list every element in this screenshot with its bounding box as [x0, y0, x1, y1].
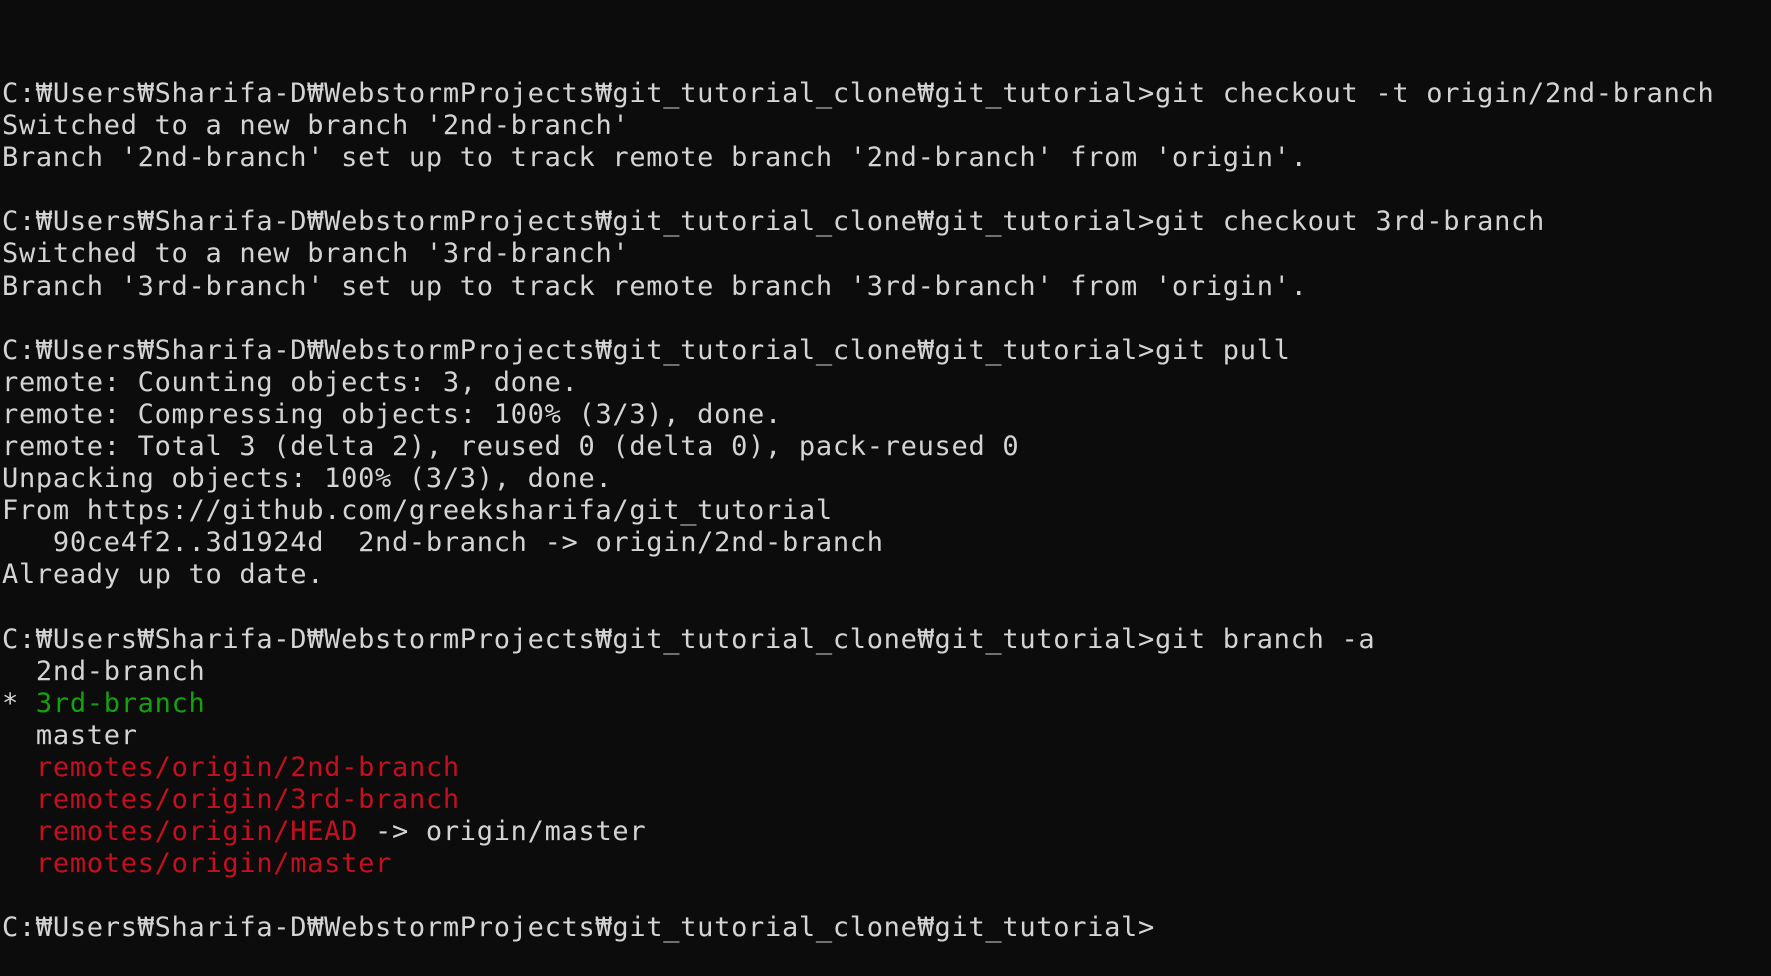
terminal-line-output: 90ce4f2..3d1924d 2nd-branch -> origin/2n… [2, 527, 1771, 559]
terminal-text-segment: C:₩Users₩Sharifa-D₩WebstormProjects₩git_… [2, 623, 1376, 655]
text-cursor[interactable] [1155, 915, 1171, 942]
terminal-line-branch: remotes/origin/master [2, 848, 1771, 880]
terminal-line-output: remote: Counting objects: 3, done. [2, 367, 1771, 399]
terminal-text-segment: C:₩Users₩Sharifa-D₩WebstormProjects₩git_… [2, 334, 1291, 366]
terminal-window[interactable]: C:₩Users₩Sharifa-D₩WebstormProjects₩git_… [0, 0, 1771, 943]
terminal-line-output: Already up to date. [2, 559, 1771, 591]
terminal-line-command: C:₩Users₩Sharifa-D₩WebstormProjects₩git_… [2, 78, 1771, 110]
terminal-line-branch: remotes/origin/2nd-branch [2, 752, 1771, 784]
terminal-text-segment: remotes/origin/3rd-branch [35, 784, 460, 816]
terminal-text-segment: remote: Counting objects: 3, done. [2, 366, 579, 398]
terminal-line-output: Switched to a new branch '3rd-branch' [2, 238, 1771, 270]
terminal-text-segment: * [2, 687, 36, 719]
terminal-text-segment: 90ce4f2..3d1924d 2nd-branch -> origin/2n… [2, 527, 884, 559]
terminal-line-command: C:₩Users₩Sharifa-D₩WebstormProjects₩git_… [2, 335, 1771, 367]
terminal-text-segment: C:₩Users₩Sharifa-D₩WebstormProjects₩git_… [2, 206, 1545, 238]
terminal-line-branch: remotes/origin/HEAD -> origin/master [2, 816, 1771, 848]
terminal-line-output: Switched to a new branch '2nd-branch' [2, 110, 1771, 142]
terminal-line-output: Branch '3rd-branch' set up to track remo… [2, 271, 1771, 303]
terminal-text-segment: remotes/origin/master [35, 848, 392, 880]
terminal-text-segment: Branch '2nd-branch' set up to track remo… [2, 142, 1308, 174]
terminal-line-branch: remotes/origin/3rd-branch [2, 784, 1771, 816]
terminal-text-segment: remotes/origin/2nd-branch [35, 751, 460, 783]
terminal-text-segment: From https://github.com/greeksharifa/git… [2, 495, 833, 527]
terminal-text-segment: Switched to a new branch '2nd-branch' [2, 110, 630, 142]
terminal-line-output: Branch '2nd-branch' set up to track remo… [2, 142, 1771, 174]
terminal-text-segment: 3rd-branch [35, 687, 206, 719]
terminal-line-output: From https://github.com/greeksharifa/git… [2, 495, 1771, 527]
terminal-text-segment: Switched to a new branch '3rd-branch' [2, 238, 630, 270]
terminal-line-branch: * 3rd-branch [2, 688, 1771, 720]
terminal-text-segment: -> origin/master [358, 816, 647, 848]
terminal-text-segment: C:₩Users₩Sharifa-D₩WebstormProjects₩git_… [2, 912, 1155, 944]
terminal-text-segment: remotes/origin/HEAD [35, 816, 359, 848]
terminal-line-output: remote: Total 3 (delta 2), reused 0 (del… [2, 431, 1771, 463]
terminal-text-segment: remote: Total 3 (delta 2), reused 0 (del… [2, 431, 1020, 463]
terminal-text-segment: Branch '3rd-branch' set up to track remo… [2, 270, 1308, 302]
terminal-text-segment: remote: Compressing objects: 100% (3/3),… [2, 398, 782, 430]
terminal-line-output: Unpacking objects: 100% (3/3), done. [2, 463, 1771, 495]
terminal-line-output: remote: Compressing objects: 100% (3/3),… [2, 399, 1771, 431]
terminal-line-command: C:₩Users₩Sharifa-D₩WebstormProjects₩git_… [2, 624, 1771, 656]
terminal-line-prompt: C:₩Users₩Sharifa-D₩WebstormProjects₩git_… [2, 912, 1771, 944]
terminal-text-segment: Unpacking objects: 100% (3/3), done. [2, 463, 613, 495]
terminal-line-command: C:₩Users₩Sharifa-D₩WebstormProjects₩git_… [2, 206, 1771, 238]
terminal-text-segment: master [2, 719, 138, 751]
terminal-text-segment: 2nd-branch [2, 655, 206, 687]
terminal-line-branch: master [2, 720, 1771, 752]
terminal-line-branch: 2nd-branch [2, 656, 1771, 688]
terminal-text-segment: Already up to date. [2, 559, 325, 591]
terminal-text-segment: C:₩Users₩Sharifa-D₩WebstormProjects₩git_… [2, 78, 1715, 109]
terminal-output[interactable]: C:₩Users₩Sharifa-D₩WebstormProjects₩git_… [2, 78, 1771, 945]
